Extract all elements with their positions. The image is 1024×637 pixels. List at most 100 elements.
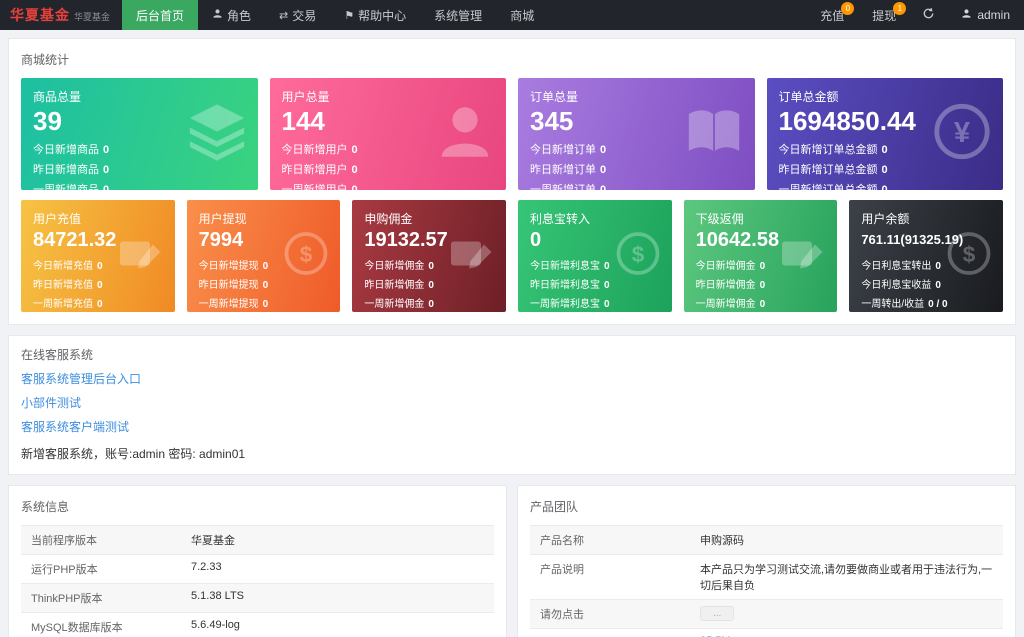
product-size-link[interactable]: 25.5M — [690, 629, 1003, 637]
card-stat-line: 今日利息宝收益 0 — [861, 276, 991, 291]
stat-line-label: 一周新增佣金 — [695, 299, 756, 310]
card-stat-line: 今日新增提现 0 — [199, 257, 329, 272]
dollar-circle-icon: $ — [614, 230, 662, 283]
stat-line-label: 昨日新增用户 — [281, 164, 348, 176]
card-stat-line: 今日新增充值 0 — [33, 257, 163, 272]
card-stat-line: 今日新增用户 0 — [282, 141, 495, 157]
service-title: 在线客服系统 — [21, 348, 94, 362]
stat-line-value: 0 — [428, 280, 434, 291]
card-stat-line: 昨日新增商品 0 — [33, 161, 246, 177]
table-row: 请勿点击... — [530, 600, 1003, 629]
nav-item-trade-label: 交易 — [292, 8, 317, 23]
table-row: 产品说明 本产品只为学习测试交流,请勿要做商业或者用于违法行为,一切后果自负 — [530, 555, 1003, 600]
stat-line-label: 今日新增利息宝 — [530, 261, 600, 272]
stat-line-value: 0 — [600, 144, 607, 156]
card-stat-line: 一周新增用户 0 — [282, 181, 495, 190]
stat-line-label: 今日新增佣金 — [695, 261, 756, 272]
stat-card-withdraw: 用户提现 7994 今日新增提现 0 昨日新增提现 0 一周新增提现 0 $ — [186, 200, 341, 312]
stat-line-label: 今日新增提现 — [198, 261, 259, 272]
stat-line-value: 0 — [759, 299, 766, 310]
admin-menu[interactable]: admin — [947, 0, 1024, 30]
stat-line-value: 0 — [604, 280, 610, 291]
stat-card-products: 商品总量 39 今日新增商品 0 昨日新增商品 0 一周新增商品 0 — [21, 78, 258, 190]
info-label: 运行PHP版本 — [31, 564, 98, 576]
info-value: 华夏基金 — [191, 535, 235, 547]
product-team-panel: 产品团队 产品名称 申购源码 产品说明 本产品只为学习测试交流,请勿要做商业或者用于… — [517, 485, 1016, 637]
stat-line-label: 一周新增用户 — [281, 184, 348, 190]
card-stat-line: 一周新增佣金 0 — [696, 295, 826, 310]
do-not-click-pill[interactable]: ... — [700, 606, 735, 621]
nav-item-home[interactable]: 后台首页 — [122, 0, 199, 30]
nav-item-mall[interactable]: 商城 — [496, 0, 548, 30]
stat-card-purchase-commission: 申购佣金 19132.57 今日新增佣金 0 昨日新增佣金 0 一周新增佣金 0 — [352, 200, 506, 312]
brand[interactable]: 华夏基金 华夏基金 — [0, 0, 122, 30]
stat-line-label: 今日新增订单 — [530, 144, 596, 156]
stat-line-value: 0 — [759, 280, 766, 291]
withdraw-button[interactable]: 提现 1 — [858, 0, 910, 30]
stat-line-value: 0 — [600, 184, 607, 190]
dollar-circle-icon: $ — [282, 230, 330, 283]
withdraw-badge: 1 — [893, 2, 907, 15]
stats-row-1: 商品总量 39 今日新增商品 0 昨日新增商品 0 一周新增商品 0 用户总量 144… — [21, 78, 1003, 190]
stat-line-value: 0 — [600, 164, 607, 176]
stat-line-value: 0 — [935, 280, 941, 291]
stat-line-label: 今日新增用户 — [281, 144, 348, 156]
certificate-icon — [117, 230, 165, 283]
stats-row-2: 用户充值 84721.32 今日新增充值 0 昨日新增充值 0 一周新增充值 0 用户… — [21, 200, 1003, 312]
stat-line-label: 昨日新增充值 — [33, 280, 93, 291]
card-stat-line: 一周新增提现 0 — [199, 295, 329, 310]
card-stat-line: 今日新增利息宝 0 — [530, 257, 660, 272]
nav-item-system[interactable]: 系统管理 — [420, 0, 496, 30]
info-label: ThinkPHP版本 — [31, 593, 103, 605]
navbar-right: 充值 0 提现 1 admin — [806, 0, 1024, 30]
stat-line-value: 0 — [604, 299, 610, 310]
card-title: 利息宝转入 — [530, 212, 591, 226]
certificate-icon — [779, 230, 827, 283]
stat-line-label: 今日新增商品 — [33, 144, 99, 156]
service-panel: 在线客服系统 客服系统管理后台入口 小部件测试 客服系统客户端测试 新增客服系统… — [8, 335, 1016, 475]
nav-item-home-label: 后台首页 — [136, 8, 185, 23]
stat-line-label: 今日新增佣金 — [364, 261, 425, 272]
card-title: 下级返佣 — [695, 212, 744, 226]
card-stat-line: 一周转出/收益 0 / 0 — [861, 295, 991, 310]
stat-line-value: 0 — [351, 144, 358, 156]
recharge-button[interactable]: 充值 0 — [806, 0, 858, 30]
card-title: 用户提现 — [198, 212, 247, 226]
refresh-button[interactable] — [910, 0, 947, 30]
stat-line-value: 0 — [262, 261, 269, 272]
card-stat-line: 今日新增订单 0 — [530, 141, 743, 157]
stat-line-label: 昨日新增订单总金额 — [778, 164, 878, 176]
stat-card-order-amount: 订单总金额 1694850.44 今日新增订单总金额 0 昨日新增订单总金额 0 一… — [766, 78, 1003, 190]
service-admin-link[interactable]: 客服系统管理后台入口 — [21, 370, 141, 387]
stat-line-value: 0 — [103, 184, 110, 190]
nav-item-trade[interactable]: ⇄ 交易 — [265, 0, 330, 30]
do-not-click-value: ... — [690, 600, 1003, 628]
mall-stats-title: 商城统计 — [21, 53, 70, 67]
stat-line-label: 今日利息宝转出 — [861, 261, 932, 272]
card-stat-line: 昨日新增佣金 0 — [696, 276, 826, 291]
stat-line-label: 今日新增订单总金额 — [778, 144, 878, 156]
stat-line-value: 0 — [881, 144, 888, 156]
stat-line-label: 昨日新增提现 — [198, 280, 259, 291]
client-test-link[interactable]: 客服系统客户端测试 — [21, 418, 129, 435]
card-stat-line: 今日新增订单总金额 0 — [779, 141, 992, 157]
product-label: 请勿点击 — [540, 609, 584, 621]
stat-line-label: 昨日新增商品 — [33, 164, 99, 176]
stat-line-label: 一周转出/收益 — [861, 299, 925, 310]
system-info-table: 当前程序版本 华夏基金 运行PHP版本 7.2.33 ThinkPHP版本 5.1.3… — [21, 525, 494, 637]
stat-line-label: 今日新增充值 — [33, 261, 93, 272]
brand-subtitle: 华夏基金 — [74, 11, 111, 22]
stat-line-value: 0 — [881, 164, 888, 176]
nav-item-help[interactable]: ⚑ 帮助中心 — [330, 0, 420, 30]
stat-line-value: 0 — [428, 299, 434, 310]
nav-item-roles-label: 角色 — [227, 8, 252, 23]
card-stat-line: 一周新增商品 0 — [33, 181, 246, 190]
widget-test-link[interactable]: 小部件测试 — [21, 394, 81, 411]
card-stat-line: 昨日新增订单总金额 0 — [779, 161, 992, 177]
stat-card-orders: 订单总量 345 今日新增订单 0 昨日新增订单 0 一周新增订单 0 — [518, 78, 755, 190]
stat-card-sub-commission: 下级返佣 10642.58 今日新增佣金 0 昨日新增佣金 0 一周新增佣金 0 — [683, 200, 838, 312]
nav-item-roles[interactable]: 角色 — [198, 0, 265, 30]
stat-line-label: 一周新增佣金 — [364, 299, 425, 310]
layers-icon — [186, 101, 248, 168]
system-info-panel: 系统信息 当前程序版本 华夏基金 运行PHP版本 7.2.33 ThinkPHP版本… — [8, 485, 507, 637]
